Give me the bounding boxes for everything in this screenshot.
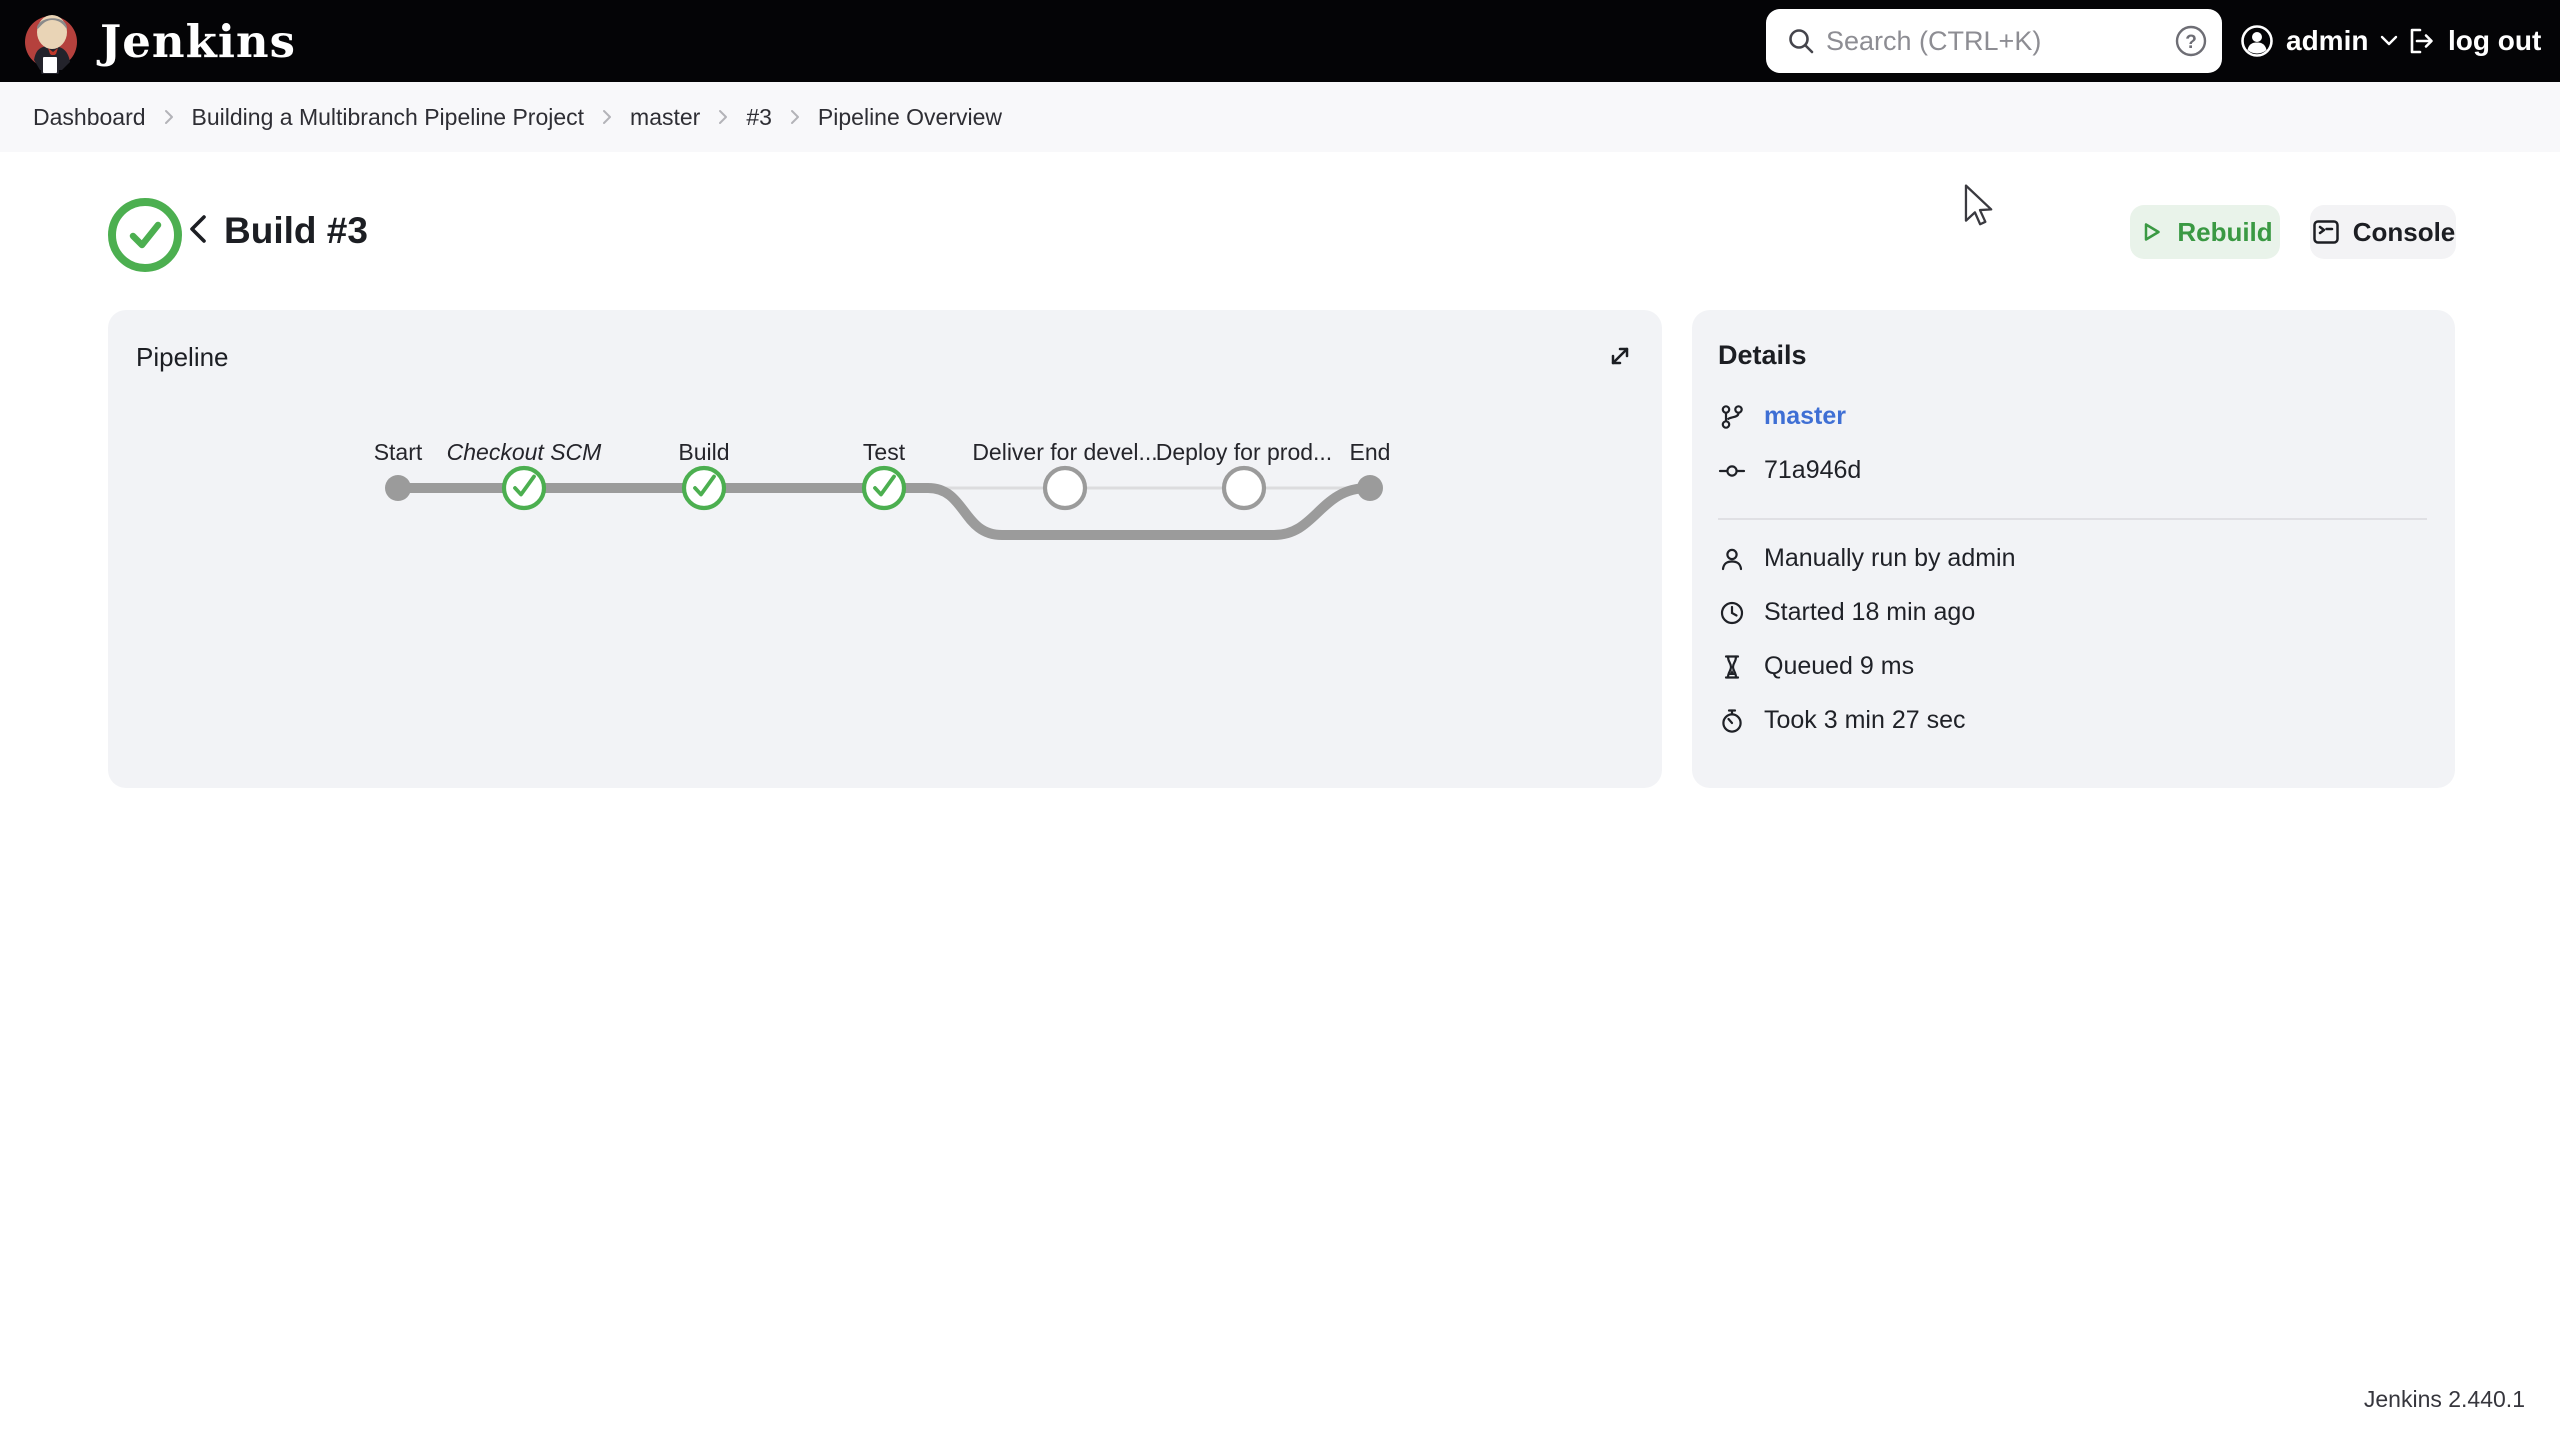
chevron-right-icon: [718, 109, 728, 125]
page-title: Build #3: [224, 210, 368, 251]
chevron-right-icon: [602, 109, 612, 125]
commit-hash: 71a946d: [1764, 456, 1862, 484]
logout-icon: [2404, 25, 2436, 57]
detail-row-started: Started 18 min ago: [1718, 598, 1975, 627]
stage-label: Deploy for prod...: [1156, 439, 1332, 465]
pipeline-graph: Start Checkout SCM Build Test Deliver fo…: [374, 439, 1391, 540]
rebuild-button[interactable]: Rebuild: [2130, 205, 2280, 259]
divider: [1718, 518, 2427, 520]
breadcrumb-pipeline-overview[interactable]: Pipeline Overview: [818, 104, 1002, 131]
detail-row-queued: Queued 9 ms: [1718, 652, 1914, 681]
stage-node-checkout-scm[interactable]: Checkout SCM: [447, 439, 603, 511]
branch-link[interactable]: master: [1764, 402, 1846, 431]
breadcrumb-project[interactable]: Building a Multibranch Pipeline Project: [192, 104, 585, 131]
stage-label: Deliver for devel...: [972, 439, 1157, 465]
detail-text: Took 3 min 27 sec: [1764, 706, 1966, 734]
detail-row-cause: Manually run by admin: [1718, 544, 2016, 573]
user-icon: [1718, 545, 1746, 573]
detail-row-took: Took 3 min 27 sec: [1718, 706, 1966, 735]
commit-icon: [1718, 457, 1746, 485]
stage-node-build[interactable]: Build: [678, 439, 730, 511]
user-menu[interactable]: admin: [2240, 0, 2398, 82]
pipeline-card-title: Pipeline: [136, 342, 229, 372]
chevron-right-icon: [790, 109, 800, 125]
mouse-cursor: [1962, 184, 1996, 228]
pipeline-card: Pipeline Start Checkout SCM Build Test D…: [108, 310, 1662, 788]
stage-node-deploy[interactable]: Deploy for prod...: [1156, 439, 1332, 511]
expand-icon[interactable]: [1604, 340, 1636, 372]
hourglass-icon: [1718, 653, 1746, 681]
chevron-down-icon: [2380, 35, 2398, 47]
top-bar: Jenkins ? admin: [0, 0, 2560, 82]
clock-icon: [1718, 599, 1746, 627]
jenkins-home-link[interactable]: Jenkins: [22, 7, 296, 75]
details-card: Details master 71a946d Manually run by a: [1692, 310, 2455, 788]
jenkins-version-link[interactable]: Jenkins 2.440.1: [2364, 1386, 2525, 1413]
rebuild-label: Rebuild: [2177, 216, 2273, 247]
search-input[interactable]: [1816, 25, 2174, 57]
stage-label: Start: [374, 439, 423, 465]
user-name: admin: [2286, 25, 2369, 56]
help-icon[interactable]: ?: [2174, 24, 2208, 58]
terminal-icon: [2311, 217, 2341, 247]
chevron-right-icon: [164, 109, 174, 125]
git-branch-icon: [1718, 403, 1746, 431]
stage-label: Checkout SCM: [447, 439, 603, 465]
search-icon: [1786, 26, 1816, 56]
breadcrumb-branch[interactable]: master: [630, 104, 700, 131]
detail-text: Started 18 min ago: [1764, 598, 1976, 626]
stage-label: Test: [863, 439, 906, 465]
back-button[interactable]: [186, 212, 210, 246]
details-title: Details: [1718, 340, 1807, 370]
commit-row: 71a946d: [1718, 456, 1861, 485]
build-success-icon: [108, 198, 182, 272]
breadcrumb-dashboard[interactable]: Dashboard: [33, 104, 146, 131]
console-label: Console: [2352, 216, 2456, 247]
stopwatch-icon: [1718, 707, 1746, 735]
jenkins-butler-icon: [22, 8, 84, 74]
logout-button[interactable]: log out: [2404, 0, 2541, 82]
logout-label: log out: [2448, 25, 2542, 56]
detail-text: Queued 9 ms: [1764, 652, 1915, 680]
console-button[interactable]: Console: [2310, 205, 2456, 259]
stage-node-deliver[interactable]: Deliver for devel...: [972, 439, 1158, 511]
stage-label: End: [1350, 439, 1391, 465]
play-icon: [2137, 218, 2165, 246]
breadcrumb: Dashboard Building a Multibranch Pipelin…: [0, 82, 2560, 152]
detail-text: Manually run by admin: [1764, 544, 2016, 572]
breadcrumb-build-number[interactable]: #3: [746, 104, 772, 131]
user-avatar-icon: [2240, 24, 2274, 58]
search-box: ?: [1766, 9, 2222, 73]
stage-node-test[interactable]: Test: [861, 439, 907, 511]
brand-name: Jenkins: [100, 14, 296, 68]
branch-row: master: [1718, 402, 1846, 431]
stage-label: Build: [678, 439, 729, 465]
bypass-line: [879, 483, 1373, 540]
svg-text:?: ?: [2185, 32, 2197, 53]
